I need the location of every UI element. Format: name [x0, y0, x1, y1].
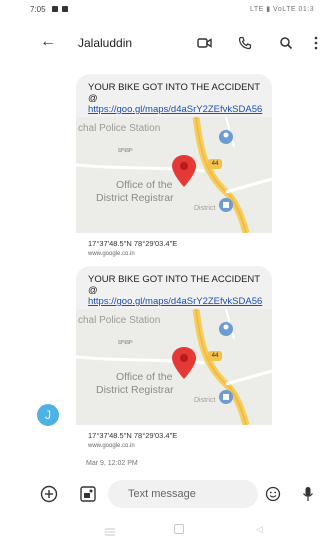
map-preview[interactable]: chal Police Station ఠాణా 44 Office of th…	[76, 309, 272, 425]
notification-icon	[52, 6, 58, 12]
gallery-icon[interactable]	[78, 484, 98, 504]
message-body: YOUR BIKE GOT INTO THE ACCIDENT @	[88, 274, 260, 296]
message-text: YOUR BIKE GOT INTO THE ACCIDENT @ https:…	[76, 74, 272, 115]
back-arrow-icon[interactable]: ←	[40, 33, 56, 51]
avatar[interactable]: J	[37, 404, 59, 426]
map-label: Office of the	[116, 371, 173, 383]
map-label: chal Police Station	[78, 315, 161, 326]
link-domain: www.google.co.in	[76, 248, 272, 263]
message-bubble[interactable]: YOUR BIKE GOT INTO THE ACCIDENT @ https:…	[76, 266, 272, 455]
message-bubble[interactable]: YOUR BIKE GOT INTO THE ACCIDENT @ https:…	[76, 74, 272, 263]
message-link[interactable]: https://goo.gl/maps/d4aSrY2ZEfvkSDA56	[88, 296, 262, 307]
phone-icon[interactable]	[236, 34, 254, 52]
map-label: District Registrar	[96, 384, 174, 396]
message-input-placeholder: Text message	[128, 488, 196, 500]
highway-shield: 44	[208, 159, 222, 169]
recent-apps-icon[interactable]	[104, 524, 116, 536]
notification-icon	[62, 6, 68, 12]
map-label: ఠాణా	[118, 339, 133, 346]
map-label: chal Police Station	[78, 123, 161, 134]
message-body: YOUR BIKE GOT INTO THE ACCIDENT @	[88, 82, 260, 104]
message-text: YOUR BIKE GOT INTO THE ACCIDENT @ https:…	[76, 266, 272, 307]
microphone-icon[interactable]	[300, 485, 316, 503]
map-pin-icon	[172, 347, 196, 379]
search-icon[interactable]	[277, 34, 295, 52]
map-pin-icon	[172, 155, 196, 187]
map-label: ఠాణా	[118, 147, 133, 154]
back-nav-icon[interactable]: ◁	[256, 524, 263, 535]
contact-name[interactable]: Jalaluddin	[78, 36, 132, 50]
map-label: District	[194, 205, 216, 212]
location-coordinates: 17°37'48.5"N 78°29'03.4"E	[76, 233, 272, 248]
map-label: District Registrar	[96, 192, 174, 204]
message-timestamp: Mar 9, 12:02 PM	[86, 460, 138, 467]
message-link[interactable]: https://goo.gl/maps/d4aSrY2ZEfvkSDA56	[88, 104, 262, 115]
location-coordinates: 17°37'48.5"N 78°29'03.4"E	[76, 425, 272, 440]
link-domain: www.google.co.in	[76, 440, 272, 455]
highway-shield: 44	[208, 351, 222, 361]
video-call-icon[interactable]	[196, 34, 214, 52]
home-icon[interactable]	[174, 524, 184, 534]
status-indicators: LTE ▮ VoLTE 01:3	[250, 6, 315, 13]
add-attachment-icon[interactable]	[39, 484, 59, 504]
emoji-icon[interactable]	[264, 485, 282, 503]
map-label: District	[194, 397, 216, 404]
map-preview[interactable]: chal Police Station ఠాణా 44 Office of th…	[76, 117, 272, 233]
status-time: 7:05	[30, 5, 46, 14]
map-label: Office of the	[116, 179, 173, 191]
more-vert-icon[interactable]	[312, 34, 320, 52]
